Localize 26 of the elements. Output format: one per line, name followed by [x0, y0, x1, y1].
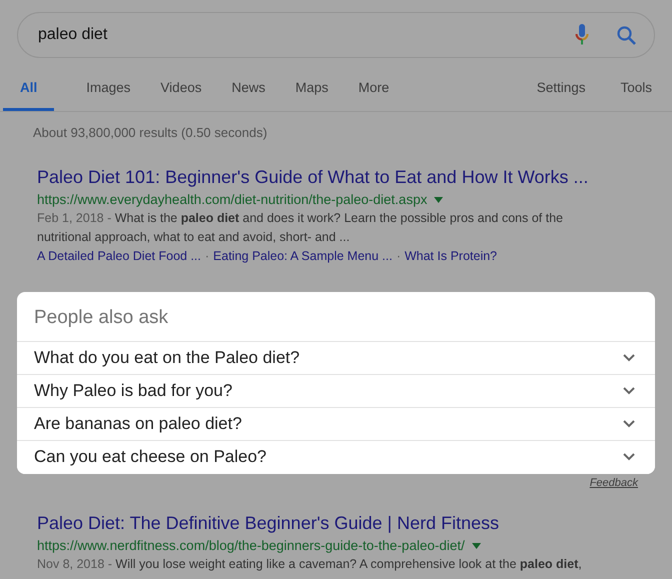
search-tab[interactable]: Maps [295, 78, 328, 112]
result-stats: About 93,800,000 results (0.50 seconds) [33, 124, 268, 142]
result-title-link[interactable]: Paleo Diet 101: Beginner's Guide of What to Eat and How It Works ... [37, 166, 588, 188]
search-tab[interactable]: More [358, 78, 390, 112]
feedback-link[interactable]: Feedback [590, 476, 638, 490]
sitelink[interactable]: Eating Paleo: A Sample Menu ... [213, 247, 392, 266]
caret-icon[interactable] [434, 197, 444, 204]
link-separator: · [204, 248, 210, 266]
result-url: https://www.everydayhealth.com/diet-nutrition/the-paleo-diet.aspx [37, 191, 428, 210]
search-tab[interactable]: Videos [160, 78, 202, 112]
microphone-icon[interactable] [575, 24, 589, 46]
sitelink[interactable]: What Is Protein? [404, 247, 498, 266]
result-url: https://www.nerdfitness.com/blog/the-beginners-guide-to-the-paleo-diet/ [37, 536, 465, 554]
result-snippet: Feb 1, 2018 - What is the paleo diet and does it work? Learn the possible pros and cons of the nutritional approach, what to eat and avoid, short- and ... [37, 210, 564, 246]
tools-link[interactable]: Tools [620, 78, 652, 112]
result-snippet: Nov 8, 2018 - Will you lose weight eating like a caveman? A comprehensive look at the paleo diet, [37, 556, 583, 573]
sitelink[interactable]: A Detailed Paleo Diet Food ... [37, 247, 201, 266]
search-icon[interactable] [617, 26, 636, 44]
search-tab[interactable]: Images [86, 78, 131, 112]
search-bar[interactable]: paleo diet [17, 12, 655, 58]
result-title-link[interactable]: Paleo Diet: The Definitive Beginner's Guide | Nerd Fitness [37, 512, 500, 534]
link-separator: · [396, 248, 401, 266]
search-input[interactable]: paleo diet [38, 23, 575, 47]
search-tab[interactable]: News [232, 78, 266, 112]
caret-icon[interactable] [472, 542, 481, 548]
settings-link[interactable]: Settings [536, 78, 586, 112]
